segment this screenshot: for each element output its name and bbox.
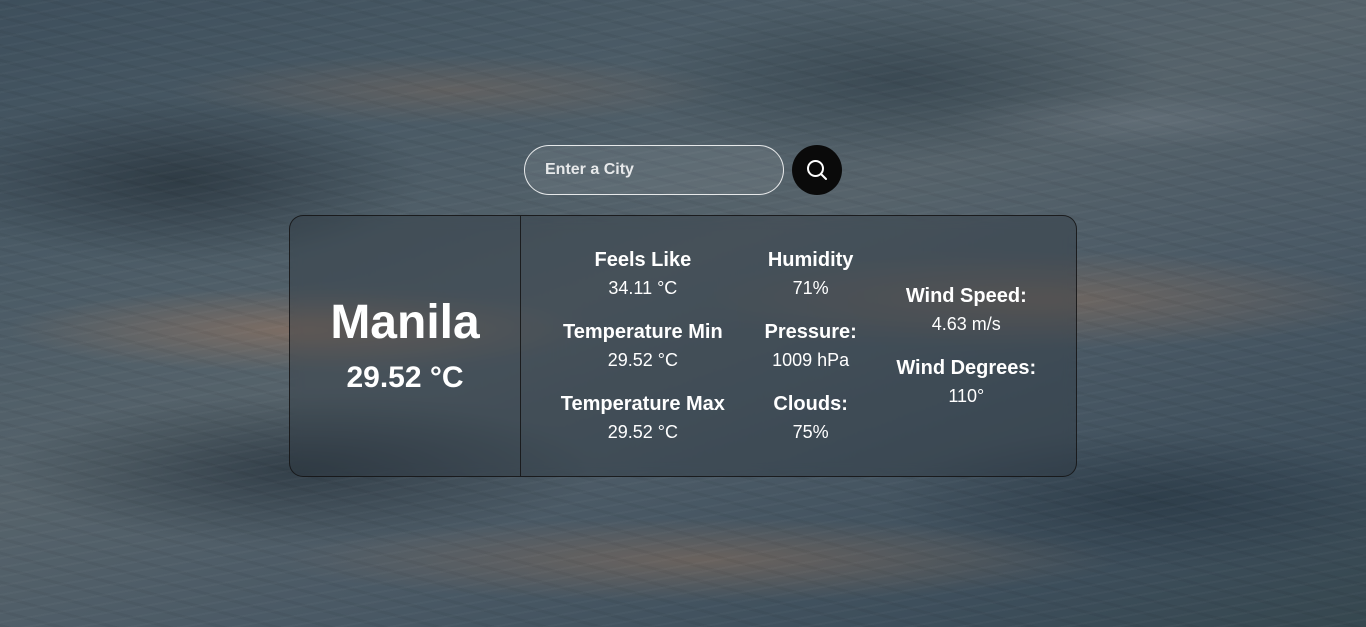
stat-value: 4.63 m/s (931, 314, 1001, 334)
stat-wind-speed: Wind Speed: 4.63 m/s (906, 284, 1027, 336)
stat-temperature-max: Temperature Max 29.52 °C (561, 392, 725, 444)
stat-label: Wind Degrees: (896, 357, 1037, 379)
city-search-input[interactable] (524, 145, 784, 195)
stat-value: 34.11 °C (608, 278, 678, 298)
stat-value: 71% (792, 278, 829, 298)
current-temperature: 29.52 °C (346, 361, 464, 395)
search-bar (524, 145, 842, 195)
stat-label: Humidity (767, 249, 854, 271)
details-column-atmosphere: Humidity 71% Pressure: 1009 hPa Clouds: … (765, 248, 857, 444)
weather-details-panel: Feels Like 34.11 °C Temperature Min 29.5… (521, 216, 1076, 476)
weather-card: Manila 29.52 °C Feels Like 34.11 °C Temp… (289, 215, 1077, 477)
city-name: Manila (330, 295, 480, 349)
stat-label: Wind Speed: (905, 285, 1027, 307)
stat-value: 29.52 °C (607, 350, 678, 370)
details-column-temperature: Feels Like 34.11 °C Temperature Min 29.5… (561, 248, 725, 444)
stat-label: Temperature Max (560, 393, 725, 415)
stat-label: Temperature Min (563, 321, 723, 343)
stat-temperature-min: Temperature Min 29.52 °C (563, 320, 723, 372)
stat-wind-degrees: Wind Degrees: 110° (896, 356, 1036, 408)
stat-humidity: Humidity 71% (768, 248, 854, 300)
stat-feels-like: Feels Like 34.11 °C (594, 248, 691, 300)
search-button[interactable] (792, 145, 842, 195)
stat-value: 75% (792, 422, 829, 442)
details-column-wind: Wind Speed: 4.63 m/s Wind Degrees: 110° (896, 284, 1036, 408)
stat-value: 110° (948, 386, 985, 406)
stat-pressure: Pressure: 1009 hPa (765, 320, 857, 372)
stat-label: Feels Like (594, 249, 692, 271)
stat-label: Pressure: (764, 321, 857, 343)
current-weather-panel: Manila 29.52 °C (290, 216, 521, 476)
stat-label: Clouds: (773, 393, 848, 415)
stat-value: 29.52 °C (607, 422, 678, 442)
search-icon (807, 160, 827, 180)
stat-value: 1009 hPa (772, 350, 850, 370)
stat-clouds: Clouds: 75% (773, 392, 847, 444)
